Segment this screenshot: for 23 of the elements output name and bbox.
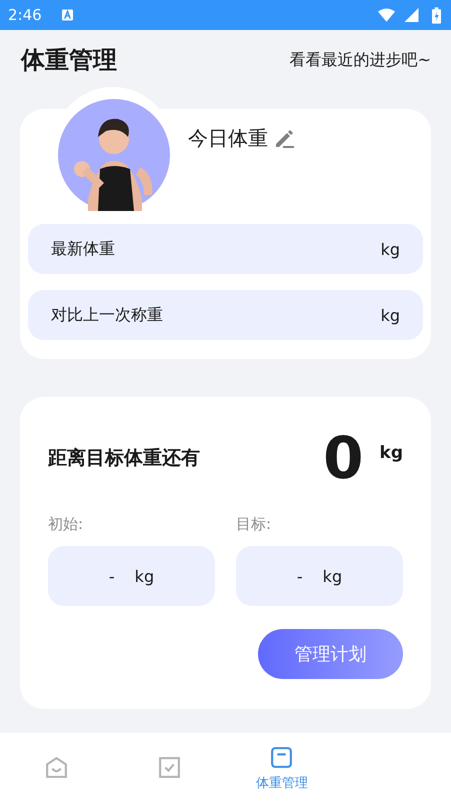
page-title: 体重管理 xyxy=(21,45,117,76)
row-unit: kg xyxy=(380,240,400,258)
pencil-icon[interactable] xyxy=(274,128,294,148)
row-unit: kg xyxy=(380,306,400,324)
home-icon xyxy=(44,755,69,780)
goal-value: 0 xyxy=(323,428,364,488)
signal-icon xyxy=(403,8,420,22)
field-label: 目标: xyxy=(236,515,272,534)
goal-unit: kg xyxy=(380,443,403,463)
wifi-icon xyxy=(378,8,395,22)
app-notification-icon xyxy=(62,9,73,21)
page-subtitle: 看看最近的进步吧~ xyxy=(290,50,431,70)
field-label: 初始: xyxy=(48,515,84,534)
row-label: 对比上一次称重 xyxy=(51,304,163,326)
weight-field[interactable]: - kg xyxy=(48,546,215,606)
scale-icon xyxy=(269,745,294,770)
row-label: 最新体重 xyxy=(51,238,115,260)
status-time: 2:46 xyxy=(8,6,42,24)
goal-label: 距离目标体重还有 xyxy=(48,446,201,471)
weight-field[interactable]: - kg xyxy=(236,546,403,606)
checkbox-icon xyxy=(156,755,182,780)
battery-charging-icon xyxy=(432,6,441,24)
card-title: 今日体重 xyxy=(188,125,268,152)
